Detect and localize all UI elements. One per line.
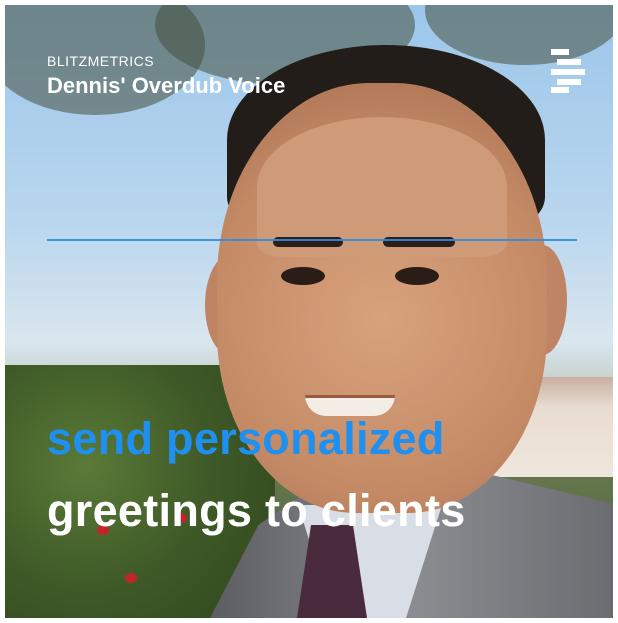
right-eye (395, 267, 439, 285)
forehead (257, 117, 507, 257)
caption-line-highlighted: send personalized (47, 413, 445, 464)
video-frame[interactable]: BLITZMETRICS Dennis' Overdub Voice send … (5, 5, 613, 618)
caption-line: greetings to clients (47, 485, 466, 536)
scan-line (47, 239, 577, 241)
left-eye (281, 267, 325, 285)
flower (125, 573, 137, 583)
video-title: Dennis' Overdub Voice (47, 73, 286, 98)
brand-label: BLITZMETRICS (47, 53, 155, 69)
descript-logo-icon (551, 49, 585, 93)
